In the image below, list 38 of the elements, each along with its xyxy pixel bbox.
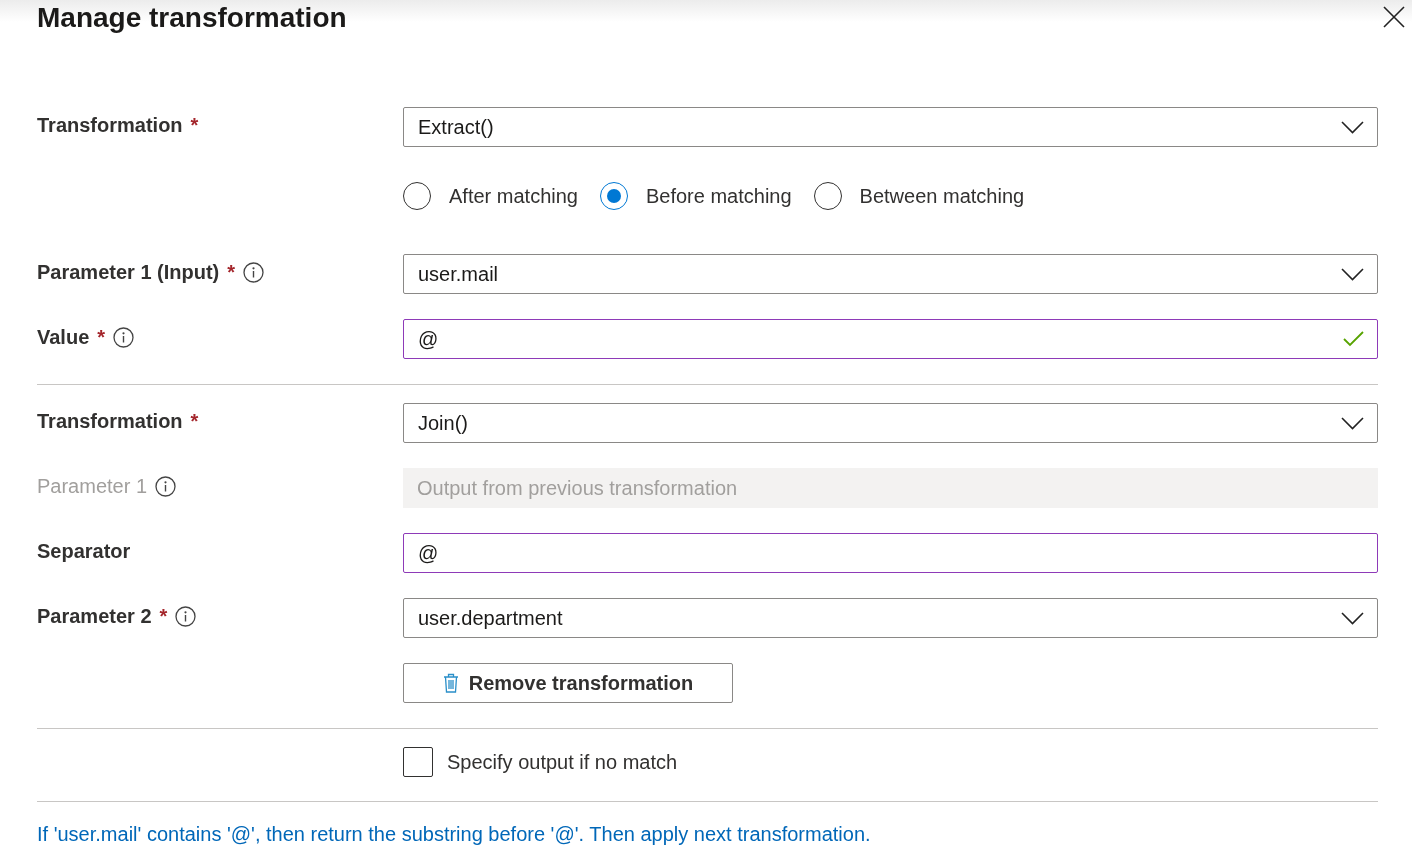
required-asterisk: *	[190, 409, 199, 433]
required-asterisk: *	[97, 325, 106, 349]
input-field[interactable]: @	[403, 533, 1378, 573]
close-icon	[1383, 6, 1405, 28]
info-icon[interactable]	[155, 475, 177, 497]
summary-text: If 'user.mail' contains '@', then return the substring before '@'. Then apply next transformation.	[37, 823, 871, 846]
field-label: Separator	[37, 539, 131, 563]
radio-option[interactable]: Before matching	[599, 182, 792, 210]
field-label: Parameter 1 (Input)	[37, 260, 220, 284]
field-label: Transformation	[37, 113, 183, 137]
close-button[interactable]	[1383, 6, 1405, 28]
field-label: Parameter 1	[37, 474, 148, 498]
dialog-title: Manage transformation	[37, 1, 347, 35]
field-label: Transformation	[37, 409, 183, 433]
chevron-down-icon	[1341, 611, 1364, 625]
field-label: Value	[37, 325, 90, 349]
info-icon[interactable]	[113, 326, 135, 348]
remove-button[interactable]: Remove transformation	[403, 663, 733, 703]
required-asterisk: *	[190, 113, 199, 137]
trash-icon	[442, 673, 459, 693]
dropdown[interactable]: user.department	[403, 598, 1378, 638]
checkmark-icon	[1343, 331, 1364, 347]
dropdown[interactable]: user.mail	[403, 254, 1378, 294]
required-asterisk: *	[227, 260, 236, 284]
radio-option[interactable]: Between matching	[813, 182, 1025, 210]
chevron-down-icon	[1341, 120, 1364, 134]
required-asterisk: *	[159, 604, 168, 628]
field-label: Parameter 2	[37, 604, 152, 628]
radio-option[interactable]: After matching	[403, 182, 578, 210]
dropdown[interactable]: Extract()	[403, 107, 1378, 147]
dropdown[interactable]: Join()	[403, 403, 1378, 443]
chevron-down-icon	[1341, 416, 1364, 430]
info-icon[interactable]	[243, 261, 265, 283]
checkbox-label: Specify output if no match	[447, 750, 678, 774]
checkbox[interactable]	[403, 747, 433, 777]
input-field[interactable]: @	[403, 319, 1378, 359]
chevron-down-icon	[1341, 267, 1364, 281]
info-icon[interactable]	[175, 605, 197, 627]
